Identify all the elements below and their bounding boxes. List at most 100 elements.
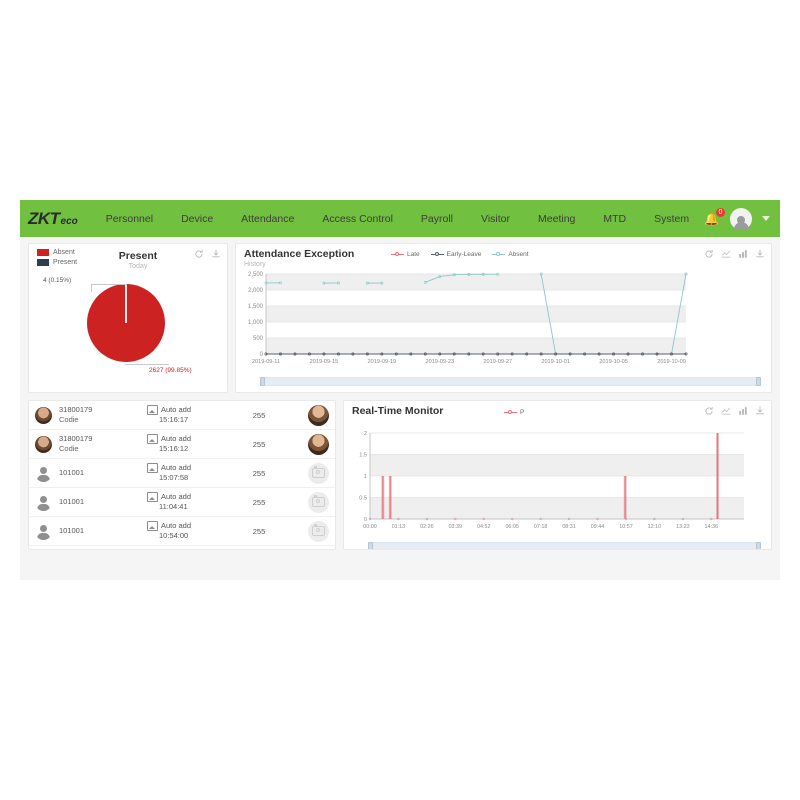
slider-handle-left[interactable] [260,377,265,386]
refresh-icon[interactable] [704,406,714,416]
svg-text:500: 500 [253,336,264,342]
line-chart-icon[interactable] [721,406,731,416]
list-item-value: 255 [252,410,266,420]
svg-text:2019-09-15: 2019-09-15 [310,359,339,365]
slider-handle-left[interactable] [368,542,373,549]
image-icon [147,405,158,415]
refresh-icon[interactable] [194,249,204,259]
svg-text:0: 0 [260,352,264,358]
zkteco-logo[interactable]: ZKT eco [28,209,78,229]
slider-handle-right[interactable] [756,542,761,549]
svg-text:1.5: 1.5 [359,453,367,459]
download-icon[interactable] [755,406,765,416]
camera-placeholder-icon[interactable] [308,520,329,542]
real-time-monitor-chart[interactable]: 0 0.5 1 1.5 2 00:00 01:13 02:26 03:39 04:52 06:05 0… [348,427,752,535]
pie-legend-item-present[interactable]: Present [37,259,77,266]
absent-color-swatch [37,249,49,256]
download-icon[interactable] [755,249,765,259]
line-chart-icon[interactable] [721,249,731,259]
dashboard-row-bottom: 31800179 Codie Auto add 15:16:17 255 31800179… [28,400,772,550]
attendance-event-list-card[interactable]: 31800179 Codie Auto add 15:16:17 255 31800179… [28,400,336,550]
pie-legend-label-present: Present [53,259,78,266]
list-item[interactable]: 101001 Auto add 11:04:41 255 [29,488,335,517]
absent-legend-marker [492,251,506,258]
avatar [35,435,52,453]
capture-thumbnail[interactable] [308,404,329,426]
svg-text:0: 0 [364,517,367,523]
nav-item-personnel[interactable]: Personnel [92,213,167,225]
capture-thumbnail[interactable] [308,433,329,455]
legend-item-late[interactable]: Late [391,251,420,258]
svg-text:2019-10-01: 2019-10-01 [541,359,570,365]
list-item-event-label: Auto add [161,405,192,414]
attendance-exception-card: Attendance Exception History Late Early-… [235,243,772,393]
pie-label-present: 4 (0.15%) [43,277,72,284]
monitor-card-header: Real-Time Monitor P [344,401,771,427]
list-item-id: 101001 [59,468,85,477]
download-icon[interactable] [211,249,221,259]
exception-chart-area: 0 500 1,000 1,500 2,000 2,500 2019-09-11 2019-0… [236,270,771,375]
list-item-time: 11:04:41 [159,502,188,511]
nav-item-visitor[interactable]: Visitor [467,213,524,225]
nav-item-mtd[interactable]: MTD [589,213,640,225]
image-icon [147,521,158,531]
pie-slice-present[interactable] [125,284,127,323]
pie-legend-item-absent[interactable]: Absent [37,249,77,256]
avatar [35,494,52,511]
attendance-event-list[interactable]: 31800179 Codie Auto add 15:16:17 255 31800179… [29,401,335,549]
nav-item-payroll[interactable]: Payroll [407,213,467,225]
list-item-identity: 101001 [59,497,147,507]
list-item-identity: 31800179 Codie [59,434,147,454]
top-navigation-bar: ZKT eco Personnel Device Attendance Acces… [20,200,780,237]
list-item-id: 31800179 [59,434,93,443]
nav-item-system[interactable]: System [640,213,703,225]
notification-bell-button[interactable]: 🔔 0 [704,207,725,228]
user-avatar-icon[interactable] [730,207,752,230]
slider-handle-right[interactable] [756,377,761,386]
list-item[interactable]: 31800179 Codie Auto add 15:16:17 255 [29,401,335,430]
camera-placeholder-icon[interactable] [308,491,329,513]
nav-item-attendance[interactable]: Attendance [227,213,308,225]
nav-item-meeting[interactable]: Meeting [524,213,589,225]
p-legend-marker [504,409,517,416]
pie-leader-present [91,284,127,285]
svg-text:2019-10-09: 2019-10-09 [657,359,686,365]
list-item-id: 101001 [59,526,85,535]
bar-chart-icon[interactable] [738,249,748,259]
svg-text:00:00: 00:00 [363,524,377,530]
list-item[interactable]: 31800179 Codie Auto add 15:16:12 255 [29,430,335,459]
list-item-value: 255 [252,526,266,536]
legend-item-early-leave[interactable]: Early-Leave [430,251,481,258]
zkteco-dashboard: ZKT eco Personnel Device Attendance Acces… [20,200,780,580]
attendance-exception-chart[interactable]: 0 500 1,000 1,500 2,000 2,500 2019-09-11 2019-0… [240,270,692,370]
svg-text:0.5: 0.5 [359,496,367,502]
list-item-event-label: Auto add [161,434,192,443]
present-color-swatch [37,259,49,266]
list-item[interactable]: 101001 Auto add 15:07:58 255 [29,459,335,488]
monitor-card-tools [704,406,765,416]
list-item[interactable]: 101001 Auto add 10:54:00 255 [29,517,335,546]
list-item-identity: 31800179 Codie [59,405,147,425]
refresh-icon[interactable] [704,249,714,259]
bar-chart-icon[interactable] [738,406,748,416]
pie-label-absent: 2627 (99.85%) [149,367,192,374]
monitor-legend[interactable]: P [504,409,524,416]
exception-datazoom-slider[interactable] [260,377,761,386]
legend-label-p: P [520,409,525,416]
avatar [35,406,52,424]
monitor-datazoom-slider[interactable] [368,542,761,549]
camera-placeholder-icon[interactable] [308,462,329,484]
early-leave-legend-marker [430,251,444,258]
logo-main-text: ZKT [28,208,60,228]
chevron-down-icon[interactable] [762,216,770,221]
list-item-value: 255 [252,468,266,478]
legend-label-absent: Absent [508,251,529,258]
nav-item-device[interactable]: Device [167,213,227,225]
list-item[interactable] [29,546,335,549]
svg-text:02:26: 02:26 [420,524,434,530]
legend-item-absent[interactable]: Absent [492,251,529,258]
notification-badge: 0 [716,207,725,217]
svg-text:12:10: 12:10 [648,524,662,530]
nav-item-access-control[interactable]: Access Control [308,213,407,225]
exception-card-tools [704,249,765,259]
